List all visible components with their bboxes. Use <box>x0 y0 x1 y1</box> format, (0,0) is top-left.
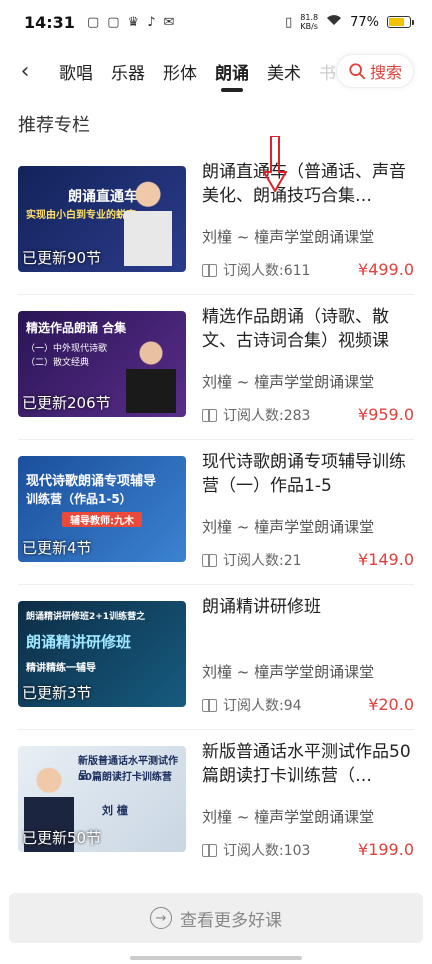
crown-icon: ♛ <box>127 14 140 30</box>
course-thumbnail: 新版普通话水平测试作品 50篇朗读打卡训练营 刘 橦 已更新50节 <box>18 746 186 852</box>
book-icon <box>202 408 217 422</box>
battery-icon <box>387 16 414 28</box>
course-price: ¥959.0 <box>358 405 414 424</box>
course-item[interactable]: 朗诵精讲研修班2+1训练营之 朗诵精讲研修班 精讲精练一辅导 已更新3节 朗诵精… <box>18 585 414 730</box>
course-item[interactable]: 精选作品朗诵 合集 （一）中外现代诗歌 （二）散文经典 已更新206节 精选作品… <box>18 295 414 440</box>
category-tabs: 歌唱 乐器 形体 朗诵 美术 书 <box>50 48 340 94</box>
course-thumbnail: 朗诵精讲研修班2+1训练营之 朗诵精讲研修班 精讲精练一辅导 已更新3节 <box>18 601 186 707</box>
search-label: 搜索 <box>369 63 402 82</box>
course-title: 朗诵直通车（普通话、声音美化、朗诵技巧合集… <box>202 162 406 206</box>
message-icon: ✉ <box>163 14 175 30</box>
thumb-title: 现代诗歌朗诵专项辅导 <box>26 474 157 489</box>
updated-count: 已更新4节 <box>22 539 92 557</box>
subscriber-count: 订阅人数:21 <box>202 550 302 570</box>
view-more-label: 查看更多好课 <box>180 910 282 931</box>
thumb-subtitle: 训练营（作品1-5） <box>26 492 132 506</box>
annotation-arrow-icon <box>263 136 287 192</box>
updated-count: 已更新50节 <box>22 829 102 847</box>
course-price: ¥20.0 <box>368 695 414 714</box>
thumb-subtitle: 朗诵精讲研修班 <box>26 633 132 651</box>
updated-count: 已更新206节 <box>22 394 111 412</box>
subscriber-count: 订阅人数:94 <box>202 695 302 715</box>
thumb-subtitle: 50篇朗读打卡训练营 <box>78 772 172 783</box>
thumb-line: 精讲精练一辅导 <box>26 663 96 674</box>
section-title: 推荐专栏 <box>18 115 90 136</box>
status-time: 14:31 <box>24 12 75 32</box>
updated-count: 已更新3节 <box>22 684 92 702</box>
status-right: ▯ 81.8 KB/s 77% <box>285 13 414 31</box>
course-thumbnail: 朗诵直通车 实现由小白到专业的蜕变 已更新90节 <box>18 166 186 272</box>
course-list: 朗诵直通车 实现由小白到专业的蜕变 已更新90节 朗诵直通车（普通话、声音美化、… <box>0 150 432 875</box>
vibrate-icon: ▯ <box>285 14 293 30</box>
subscriber-text: 订阅人数:21 <box>223 553 302 569</box>
course-item[interactable]: 现代诗歌朗诵专项辅导 训练营（作品1-5） 辅导教师:九木 已更新4节 现代诗歌… <box>18 440 414 585</box>
search-button[interactable]: 搜索 <box>336 54 414 88</box>
thumb-teacher: 辅导教师:九木 <box>62 512 142 527</box>
book-icon <box>202 263 217 277</box>
course-price: ¥149.0 <box>358 550 414 569</box>
course-author: 刘橦 ~ 橦声学堂朗诵课堂 <box>202 518 375 536</box>
net-speed-value: 81.8 <box>300 13 319 22</box>
thumb-portrait <box>124 174 172 266</box>
course-title: 精选作品朗诵（诗歌、散文、古诗词合集）视频课 <box>202 307 389 351</box>
course-author: 刘橦 ~ 橦声学堂朗诵课堂 <box>202 228 375 246</box>
book-icon <box>202 843 217 857</box>
tab-instrument[interactable]: 乐器 <box>102 48 154 94</box>
view-more-button[interactable]: → 查看更多好课 <box>9 893 423 943</box>
thumb-title: 朗诵精讲研修班2+1训练营之 <box>26 612 146 622</box>
course-title: 朗诵精讲研修班 <box>202 597 321 617</box>
course-title: 新版普通话水平测试作品50篇朗读打卡训练营（… <box>202 742 411 786</box>
status-left: 14:31 ▢ ▢ ♛ ♪ ✉ <box>24 13 174 32</box>
tab-recitation[interactable]: 朗诵 <box>206 48 258 94</box>
course-author: 刘橦 ~ 橦声学堂朗诵课堂 <box>202 663 375 681</box>
chevron-left-icon: ‹ <box>20 58 30 84</box>
arrow-right-circle-icon: → <box>150 907 172 929</box>
tab-body[interactable]: 形体 <box>154 48 206 94</box>
notification-square-icon: ▢ <box>86 14 100 30</box>
book-icon <box>202 553 217 567</box>
course-thumbnail: 现代诗歌朗诵专项辅导 训练营（作品1-5） 辅导教师:九木 已更新4节 <box>18 456 186 562</box>
course-author: 刘橦 ~ 橦声学堂朗诵课堂 <box>202 808 375 826</box>
course-author: 刘橦 ~ 橦声学堂朗诵课堂 <box>202 373 375 391</box>
course-price: ¥499.0 <box>358 260 414 279</box>
subscriber-count: 订阅人数:103 <box>202 840 310 860</box>
thumb-portrait <box>126 333 176 413</box>
subscriber-text: 订阅人数:611 <box>223 263 311 279</box>
course-title: 现代诗歌朗诵专项辅导训练营（一）作品1-5 <box>202 452 406 496</box>
back-button[interactable]: ‹ <box>0 48 50 94</box>
updated-count: 已更新90节 <box>22 249 102 267</box>
course-price: ¥199.0 <box>358 840 414 859</box>
subscriber-text: 订阅人数:94 <box>223 698 302 714</box>
status-bar: 14:31 ▢ ▢ ♛ ♪ ✉ ▯ 81.8 KB/s 77% <box>0 0 432 44</box>
search-icon <box>349 63 366 80</box>
book-icon <box>202 698 217 712</box>
battery-percent: 77% <box>350 14 379 30</box>
net-speed-unit: KB/s <box>300 22 318 31</box>
subscriber-count: 订阅人数:283 <box>202 405 310 425</box>
tiktok-icon: ♪ <box>147 14 156 30</box>
wifi-icon <box>326 14 342 30</box>
subscriber-text: 订阅人数:103 <box>223 843 311 859</box>
tab-singing[interactable]: 歌唱 <box>50 48 102 94</box>
tab-art[interactable]: 美术 <box>258 48 310 94</box>
course-item[interactable]: 新版普通话水平测试作品 50篇朗读打卡训练营 刘 橦 已更新50节 新版普通话水… <box>18 730 414 875</box>
home-indicator[interactable] <box>130 956 302 960</box>
course-item[interactable]: 朗诵直通车 实现由小白到专业的蜕变 已更新90节 朗诵直通车（普通话、声音美化、… <box>18 150 414 295</box>
notification-square-icon-2: ▢ <box>107 14 120 30</box>
network-speed: 81.8 KB/s <box>300 13 318 31</box>
course-thumbnail: 精选作品朗诵 合集 （一）中外现代诗歌 （二）散文经典 已更新206节 <box>18 311 186 417</box>
subscriber-count: 订阅人数:611 <box>202 260 310 280</box>
subscriber-text: 订阅人数:283 <box>223 408 311 424</box>
thumb-name: 刘 橦 <box>102 804 128 817</box>
category-tabbar: ‹ 歌唱 乐器 形体 朗诵 美术 书 搜索 <box>0 48 432 94</box>
